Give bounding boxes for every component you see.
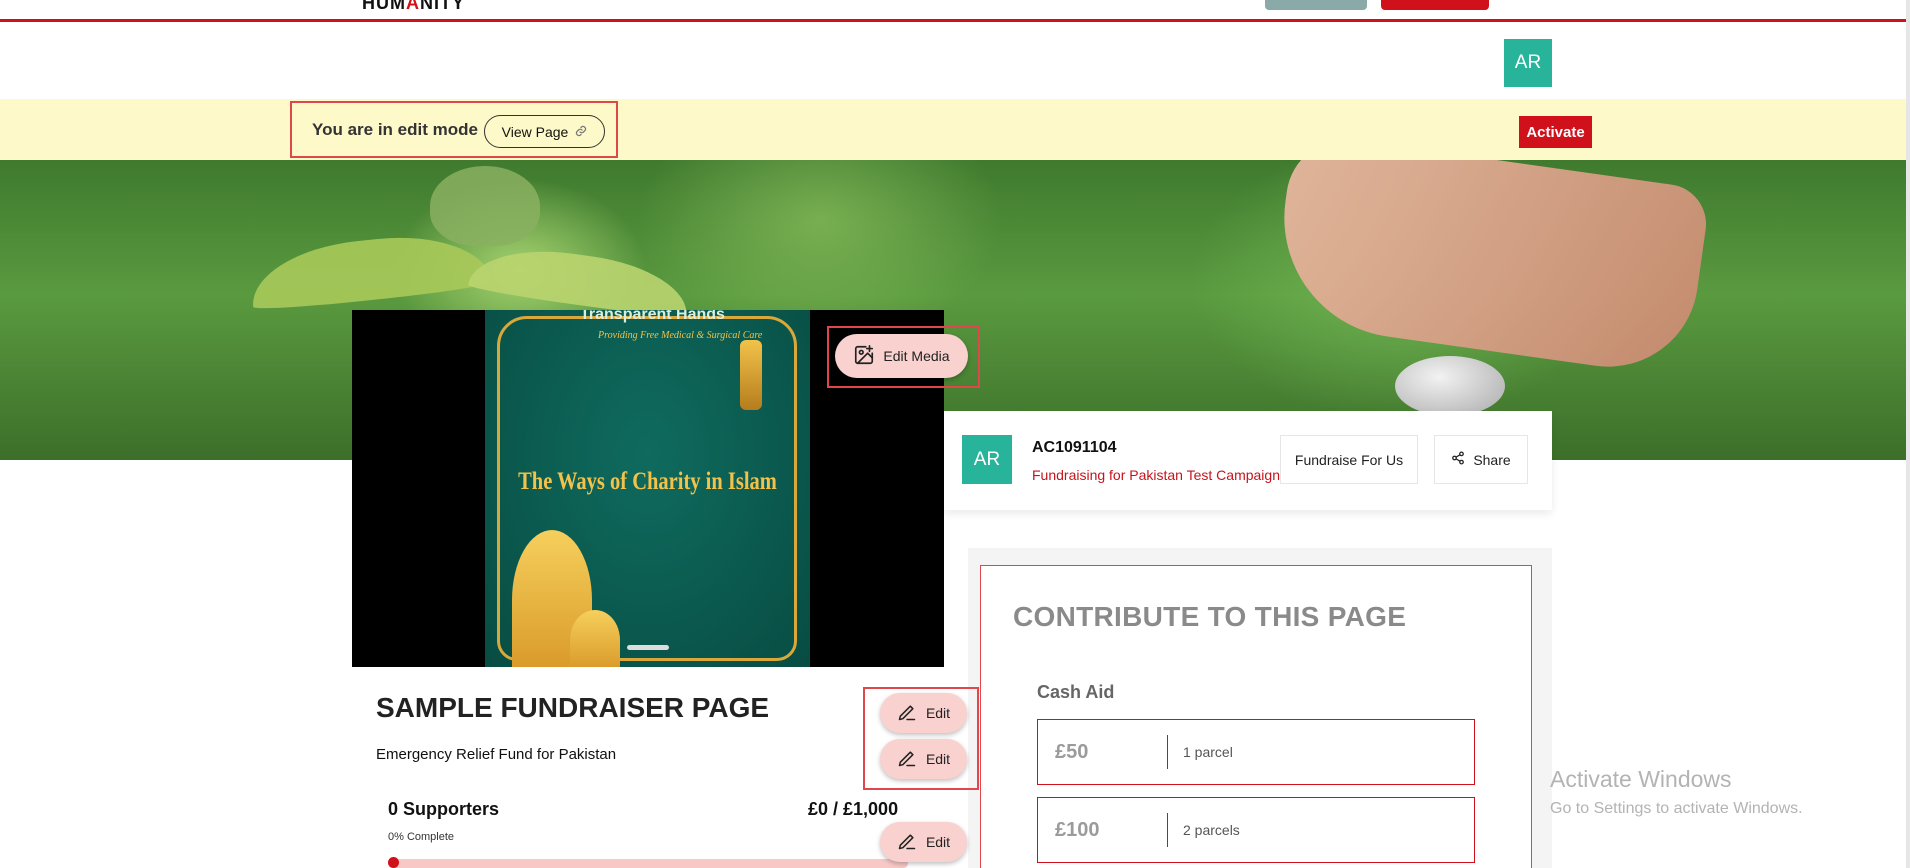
edit-label: Edit [925, 834, 951, 850]
view-page-label: View Page [501, 123, 569, 140]
divider [1167, 735, 1168, 769]
edit-mode-message: You are in edit mode [312, 120, 478, 139]
link-icon [575, 124, 587, 140]
page-subtitle: Emergency Relief Fund for Pakistan [376, 746, 617, 763]
humanity-logo[interactable]: HUMANITY [362, 0, 465, 14]
donation-amount: £100 [1055, 818, 1100, 841]
edit-media-button[interactable]: Edit Media [835, 334, 968, 378]
activate-button[interactable]: Activate [1519, 116, 1592, 148]
poster-tagline: Providing Free Medical & Surgical Care [598, 330, 763, 341]
slide-indicator[interactable] [627, 645, 669, 650]
mosque-dome-graphic [570, 610, 620, 667]
page-title: SAMPLE FUNDRAISER PAGE [376, 692, 770, 723]
fundraiser-avatar: AR [962, 435, 1012, 484]
donation-quantity: 1 parcel [1183, 744, 1233, 760]
divider [1167, 813, 1168, 847]
pencil-icon [897, 748, 917, 771]
edit-target-button[interactable]: Edit [880, 822, 967, 862]
view-page-button[interactable]: View Page [484, 115, 605, 148]
supporters-count: 0 Supporters [388, 799, 500, 819]
donation-option[interactable]: £50 1 parcel [1037, 719, 1475, 785]
poster-title: The Ways of Charity in Islam [518, 468, 777, 495]
donation-quantity: 2 parcels [1183, 822, 1240, 838]
donation-option[interactable]: £100 2 parcels [1037, 797, 1475, 863]
coin-image [1395, 356, 1505, 416]
edit-title-button[interactable]: Edit [880, 693, 967, 733]
completion-percent: 0% Complete [388, 831, 455, 843]
donation-amount: £50 [1055, 740, 1089, 763]
progress-bar [388, 859, 908, 868]
progress-indicator [388, 857, 399, 868]
plant-leaf [467, 239, 693, 321]
campaign-link[interactable]: Fundraising for Pakistan Test Campaign [1032, 467, 1280, 483]
plant-leaf [430, 166, 540, 246]
edit-label: Edit [925, 705, 951, 721]
pencil-icon [897, 831, 917, 854]
edit-subtitle-button[interactable]: Edit [880, 739, 967, 779]
edit-mode-bar [0, 99, 1910, 160]
windows-activation-hint: Go to Settings to activate Windows. [1550, 800, 1803, 817]
account-id: AC1091104 [1032, 439, 1117, 456]
windows-activation-title: Activate Windows [1550, 766, 1732, 792]
share-label: Share [1473, 451, 1511, 468]
header-button-primary[interactable] [1381, 0, 1489, 10]
fundraise-for-us-button[interactable]: Fundraise For Us [1280, 435, 1418, 484]
page-scrollbar[interactable] [1906, 0, 1910, 868]
share-icon [1451, 451, 1465, 468]
hand-image [1268, 160, 1712, 379]
image-edit-icon [853, 344, 875, 369]
user-avatar[interactable]: AR [1504, 39, 1552, 87]
campaign-poster: Transparent Hands Providing Free Medical… [485, 310, 810, 667]
contribute-title: CONTRIBUTE TO THIS PAGE [1013, 601, 1407, 632]
edit-label: Edit [925, 751, 951, 767]
pencil-icon [897, 702, 917, 725]
cash-aid-heading: Cash Aid [1037, 682, 1115, 702]
header-button-secondary[interactable] [1265, 0, 1367, 10]
lantern-graphic [740, 340, 762, 410]
site-header: HUMANITY [0, 0, 1910, 22]
amount-raised: £0 / £1,000 [808, 799, 899, 819]
share-button[interactable]: Share [1434, 435, 1528, 484]
poster-org-name: Transparent Hands [580, 310, 725, 323]
edit-media-label: Edit Media [883, 348, 950, 364]
